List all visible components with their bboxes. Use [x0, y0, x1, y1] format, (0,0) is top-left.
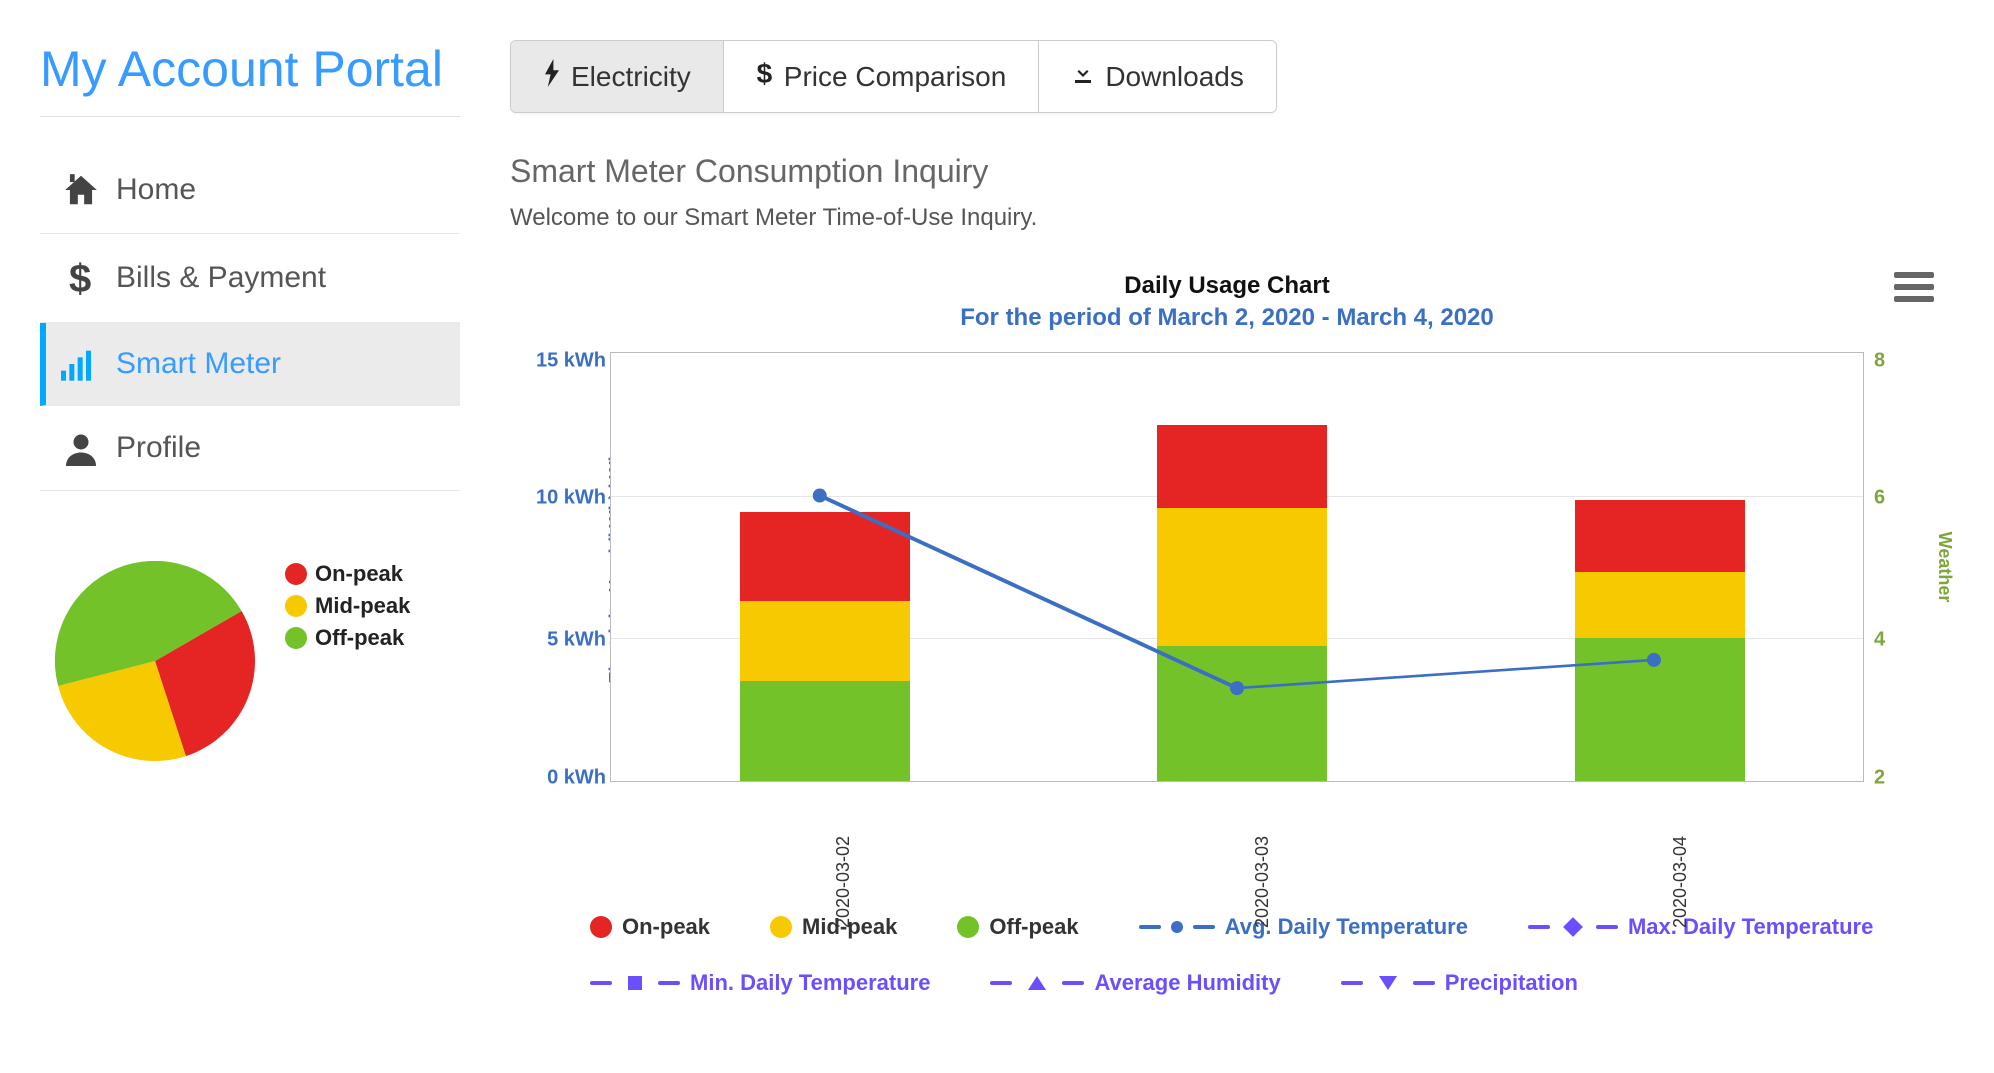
- legend-avg-humidity[interactable]: Average Humidity: [990, 970, 1280, 996]
- ytick-10: 10 kWh: [536, 487, 606, 510]
- legend-precip-label: Precipitation: [1445, 970, 1578, 996]
- home-icon: [60, 171, 102, 209]
- legend-off-peak-label: Off-peak: [989, 914, 1078, 940]
- y-axis-left: Electricity Used (kWh) kWh 15 kWh 10 kWh…: [510, 352, 610, 782]
- tab-price-comparison-label: Price Comparison: [784, 61, 1007, 93]
- dot-on-peak: [285, 563, 307, 585]
- nav-profile[interactable]: Profile: [40, 406, 460, 491]
- tab-bar: Electricity $ Price Comparison Downloads: [510, 40, 1277, 113]
- triangle-down-icon: [1379, 976, 1397, 990]
- line-icon: [1139, 925, 1161, 929]
- tab-downloads[interactable]: Downloads: [1039, 41, 1276, 112]
- xcat-2: 2020-03-04: [1670, 836, 1691, 928]
- xcat-1: 2020-03-03: [1252, 836, 1273, 928]
- tab-electricity-label: Electricity: [571, 61, 691, 93]
- nav-bills[interactable]: $ Bills & Payment: [40, 234, 460, 323]
- tab-downloads-label: Downloads: [1105, 61, 1244, 93]
- diamond-icon: [1563, 917, 1583, 937]
- line-icon: [1193, 925, 1215, 929]
- dollar-icon: $: [756, 59, 774, 94]
- nav-profile-label: Profile: [116, 431, 201, 465]
- main-content: Electricity $ Price Comparison Downloads…: [490, 0, 1994, 1073]
- ytick-15: 15 kWh: [536, 349, 606, 372]
- chart-area: Daily Usage Chart For the period of Marc…: [510, 272, 1944, 996]
- nav-bills-label: Bills & Payment: [116, 261, 326, 295]
- ytick-5: 5 kWh: [547, 629, 606, 652]
- ytick-r6: 6: [1874, 487, 1885, 510]
- line-icon: [1596, 925, 1618, 929]
- legend-precip[interactable]: Precipitation: [1341, 970, 1578, 996]
- line-icon: [990, 981, 1012, 985]
- legend-avg-humidity-label: Average Humidity: [1094, 970, 1280, 996]
- welcome-text: Welcome to our Smart Meter Time-of-Use I…: [510, 204, 1944, 232]
- line-icon: [1341, 981, 1363, 985]
- avg-temp-line: [611, 353, 1863, 781]
- legend-on-peak[interactable]: On-peak: [590, 914, 710, 940]
- dot-icon: [770, 916, 792, 938]
- pie-legend: On-peak Mid-peak Off-peak: [285, 561, 410, 657]
- y-axis-right: Weather 8 6 4 2: [1864, 352, 1944, 782]
- ytick-r2: 2: [1874, 766, 1885, 789]
- ytick-0: 0 kWh: [547, 766, 606, 789]
- point-icon: [1171, 921, 1183, 933]
- ytick-r8: 8: [1874, 349, 1885, 372]
- dot-off-peak: [285, 627, 307, 649]
- triangle-up-icon: [1028, 976, 1046, 990]
- legend-min-temp-label: Min. Daily Temperature: [690, 970, 930, 996]
- dot-icon: [957, 916, 979, 938]
- nav-smart-meter-label: Smart Meter: [116, 347, 281, 381]
- line-icon: [1528, 925, 1550, 929]
- svg-text:$: $: [69, 258, 91, 298]
- download-icon: [1071, 61, 1095, 93]
- legend-avg-temp[interactable]: Avg. Daily Temperature: [1139, 914, 1468, 940]
- line-icon: [590, 981, 612, 985]
- portal-title: My Account Portal: [40, 40, 460, 117]
- line-icon: [658, 981, 680, 985]
- x-axis-labels: 2020-03-02 2020-03-03 2020-03-04: [610, 782, 1864, 902]
- legend-min-temp[interactable]: Min. Daily Temperature: [590, 970, 930, 996]
- pie-legend-on-peak: On-peak: [315, 561, 403, 587]
- legend-off-peak[interactable]: Off-peak: [957, 914, 1078, 940]
- legend-max-temp[interactable]: Max. Daily Temperature: [1528, 914, 1873, 940]
- legend-on-peak-label: On-peak: [622, 914, 710, 940]
- plot-area: Electricity Used (kWh) kWh 15 kWh 10 kWh…: [510, 352, 1944, 782]
- dot-mid-peak: [285, 595, 307, 617]
- chart-legend: On-peak Mid-peak Off-peak Avg. Daily Tem…: [510, 902, 1944, 996]
- ytick-r4: 4: [1874, 629, 1885, 652]
- line-icon: [1413, 981, 1435, 985]
- pie-chart: [55, 561, 255, 761]
- square-icon: [628, 976, 642, 990]
- dot-icon: [590, 916, 612, 938]
- chart-menu-icon[interactable]: [1894, 266, 1934, 308]
- y-axis-right-label: Weather: [1934, 532, 1955, 603]
- chart-subtitle: For the period of March 2, 2020 - March …: [510, 304, 1944, 332]
- user-icon: [60, 430, 102, 466]
- legend-max-temp-label: Max. Daily Temperature: [1628, 914, 1873, 940]
- bolt-icon: [543, 59, 561, 94]
- dollar-icon: $: [60, 258, 102, 298]
- xcat-0: 2020-03-02: [833, 836, 854, 928]
- chart-title: Daily Usage Chart: [510, 272, 1944, 300]
- pie-legend-mid-peak: Mid-peak: [315, 593, 410, 619]
- section-title: Smart Meter Consumption Inquiry: [510, 153, 1944, 190]
- nav-home[interactable]: Home: [40, 147, 460, 234]
- nav-home-label: Home: [116, 173, 196, 207]
- tab-price-comparison[interactable]: $ Price Comparison: [724, 41, 1040, 112]
- tab-electricity[interactable]: Electricity: [511, 41, 724, 112]
- line-icon: [1062, 981, 1084, 985]
- plot-box: [610, 352, 1864, 782]
- signal-icon: [60, 347, 102, 381]
- sidebar: My Account Portal Home $ Bills & Payment…: [0, 0, 490, 1073]
- pie-legend-off-peak: Off-peak: [315, 625, 404, 651]
- pie-chart-block: On-peak Mid-peak Off-peak: [40, 561, 460, 761]
- svg-text:$: $: [756, 59, 772, 87]
- nav-smart-meter[interactable]: Smart Meter: [40, 323, 460, 406]
